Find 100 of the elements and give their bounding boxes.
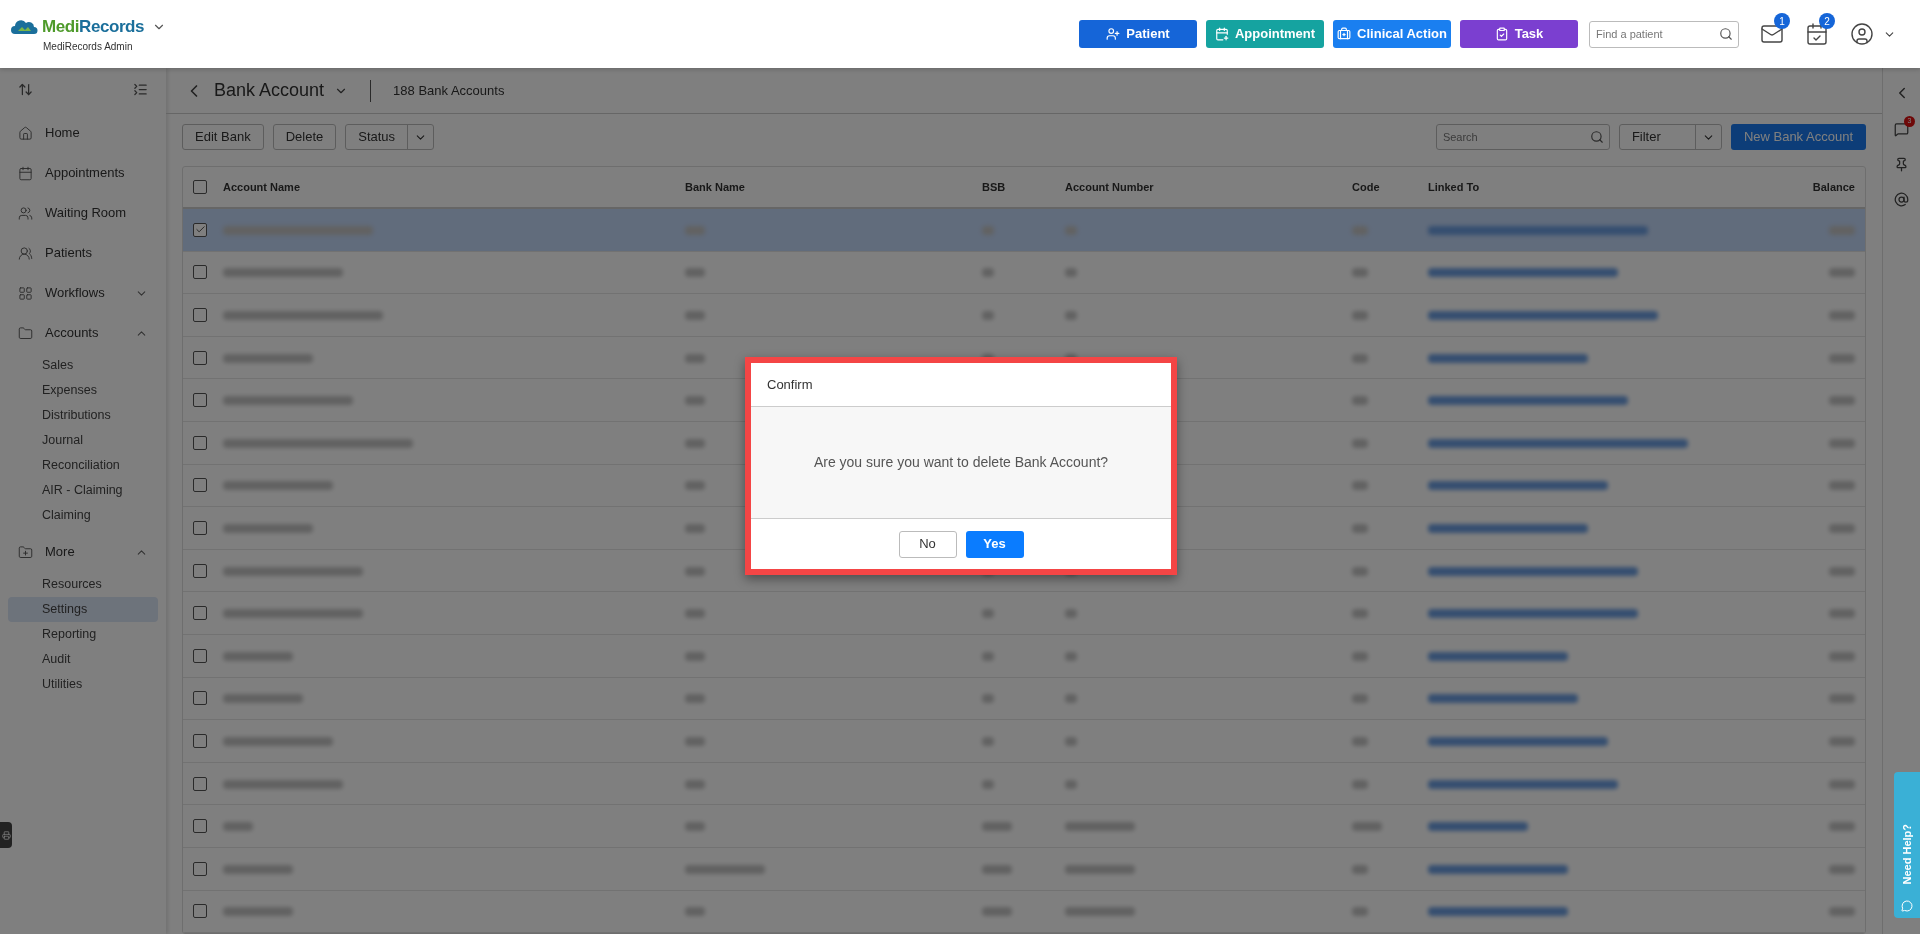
nav-subitem[interactable]: Resources [8,572,158,597]
redacted-text [685,609,705,619]
people-icon [18,205,33,221]
column-header[interactable]: Bank Name [685,178,982,196]
toolbar-button[interactable]: Delete [272,124,337,150]
search-field[interactable]: Search [1435,124,1610,150]
mention-icon[interactable] [1894,192,1909,207]
filter-dropdown[interactable]: Filter [1618,124,1722,150]
redacted-text [1352,651,1368,661]
checkbox[interactable] [193,733,207,748]
new-bank-account-button[interactable]: New Bank Account [1730,124,1866,150]
nav-item[interactable]: Home [8,113,158,153]
checkbox[interactable] [193,308,207,322]
nav-subitem[interactable]: Audit [8,647,158,672]
yes-button[interactable]: Yes [965,530,1024,558]
redacted-text [982,779,994,789]
redacted-text [982,311,994,320]
redacted-text [982,907,1012,917]
redacted-text [1829,609,1855,619]
action-icon [1494,27,1509,41]
column-header[interactable]: Balance [1775,178,1865,196]
checkbox[interactable] [193,350,207,365]
help-tab[interactable]: Need Help? [1894,772,1920,918]
redacted-text [1065,311,1077,320]
redacted-text [685,779,705,789]
chat-icon[interactable] [1894,122,1909,137]
redacted-text [982,864,1012,874]
no-button[interactable]: No [898,530,957,558]
checkbox[interactable] [193,904,207,919]
redacted-text [1829,736,1855,746]
redacted-text [685,438,705,448]
nav-subitem[interactable]: Journal [8,428,158,453]
column-header[interactable]: Linked To [1428,178,1775,196]
nav-subitem[interactable]: Reconciliation [8,453,158,478]
toolbar-button[interactable]: Edit Bank [182,124,264,150]
checkbox[interactable] [193,393,207,408]
side-tab[interactable] [0,822,12,848]
redacted-text [1829,523,1855,533]
redacted-text [1065,779,1077,789]
collapse-menu-icon[interactable] [133,82,148,97]
checkbox[interactable] [193,861,207,876]
action-button[interactable]: Appointment [1206,20,1324,48]
nav-item[interactable]: More [8,532,158,572]
checkbox[interactable] [193,435,207,450]
redacted-text [685,651,705,661]
column-header[interactable]: Account Name [223,178,685,196]
checkbox[interactable] [193,520,207,535]
redacted-text [982,225,994,235]
checkbox[interactable] [193,648,207,663]
nav-subitem[interactable]: Settings [8,597,158,622]
action-button[interactable]: Patient [1079,20,1197,48]
redacted-text [982,736,994,746]
nav-subitem[interactable]: Distributions [8,403,158,428]
checkbox[interactable] [193,691,207,706]
redacted-text [1352,736,1368,746]
action-button[interactable]: Clinical Action [1333,20,1451,48]
user-avatar-icon[interactable] [1850,22,1874,46]
redacted-text [1065,864,1135,874]
checkbox[interactable] [193,606,207,621]
redacted-text [1352,225,1368,235]
nav-subitem[interactable]: Sales [8,353,158,378]
redacted-text [1829,566,1855,576]
redacted-text [223,651,293,661]
redacted-text [685,694,705,704]
redacted-text [982,694,994,704]
redacted-text [1065,651,1077,661]
checkbox[interactable] [193,180,207,194]
action-button[interactable]: Task [1460,20,1578,48]
redacted-text [685,311,705,320]
nav-subitem[interactable]: Expenses [8,378,158,403]
column-header[interactable]: Code [1352,178,1428,196]
checkbox[interactable] [193,265,207,280]
checkbox[interactable] [193,563,207,578]
checkbox[interactable] [193,478,207,493]
nav-item[interactable]: Waiting Room [8,193,158,233]
checkbox[interactable] [193,819,207,834]
redacted-text [685,268,705,278]
status-dropdown[interactable]: Status [345,124,435,150]
patient-search-field[interactable]: Find a patient [1589,20,1739,48]
action-icon [1214,27,1229,41]
nav-item[interactable]: Appointments [8,153,158,193]
redacted-text [1352,353,1368,363]
nav-subitem[interactable]: Claiming [8,503,158,528]
nav-subitem[interactable]: Reporting [8,622,158,647]
checkbox[interactable] [193,776,207,791]
nav-item[interactable]: Accounts [8,313,158,353]
chat-bubble-icon [1901,900,1913,912]
pin-icon[interactable] [1894,157,1909,172]
nav-item[interactable]: Patients [8,233,158,273]
redacted-text [685,907,705,917]
nav-subitem[interactable]: AIR - Claiming [8,478,158,503]
checkbox[interactable] [193,222,207,237]
reorder-icon[interactable] [18,82,33,97]
column-header[interactable]: Account Number [1065,178,1352,196]
page-title[interactable]: Bank Account [214,77,325,104]
nav-subitem[interactable]: Utilities [8,672,158,697]
nav-item[interactable]: Workflows [8,273,158,313]
redacted-text [223,864,293,874]
count-badge: 2 [1819,13,1835,29]
column-header[interactable]: BSB [982,178,1065,196]
